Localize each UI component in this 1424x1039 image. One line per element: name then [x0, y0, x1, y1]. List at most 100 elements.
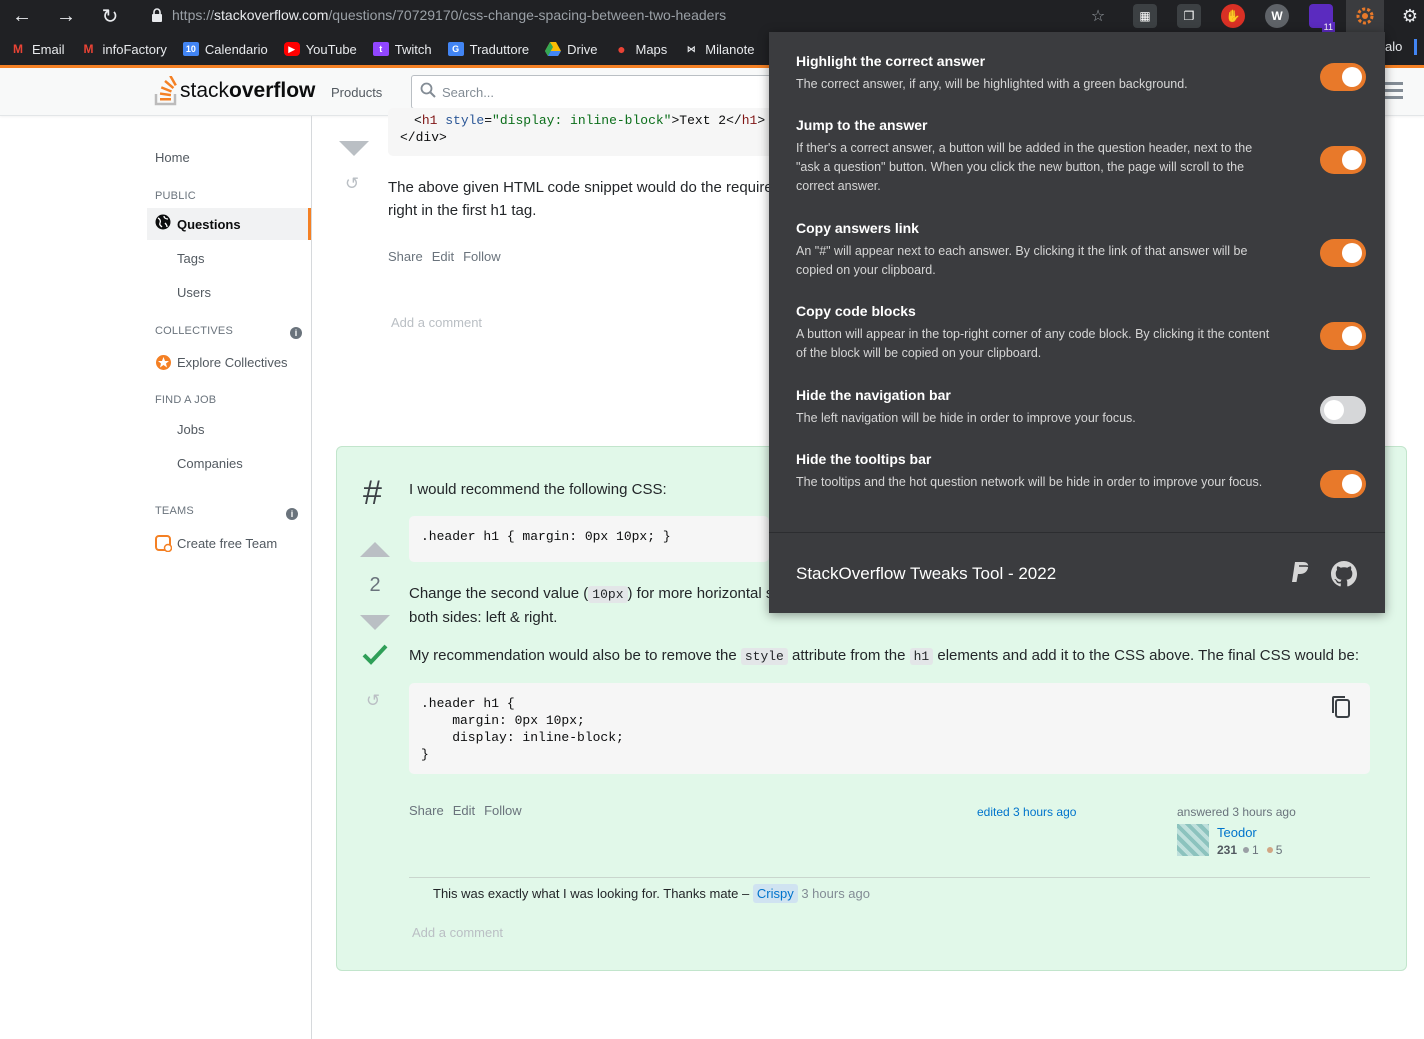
so-logo-icon [154, 76, 177, 106]
user-name-link[interactable]: Teodor [1217, 825, 1257, 840]
info-icon[interactable]: i [286, 508, 298, 520]
collectives-icon [155, 354, 172, 371]
follow-link[interactable]: Follow [463, 249, 501, 264]
code-block: .header h1 { margin: 0px 10px; } [409, 516, 769, 562]
adblock-icon[interactable]: ✋ [1221, 4, 1245, 28]
toggle-highlight-correct-answer[interactable] [1320, 63, 1366, 91]
so-tweaks-popup: Highlight the correct answer The correct… [769, 32, 1385, 613]
sidebar-item-create-team[interactable]: Create free Team [155, 535, 277, 552]
bronze-badge-icon [1266, 847, 1273, 853]
extension-w-icon[interactable]: W [1265, 4, 1289, 28]
sidebar-item-users[interactable]: Users [177, 285, 211, 300]
bookmark-twitch[interactable]: t Twitch [372, 42, 432, 57]
option-description: If ther's a correct answer, a button wil… [796, 141, 1253, 193]
logo-text-bold: overflow [229, 79, 316, 102]
bookmark-calendario[interactable]: 10 Calendario [182, 42, 268, 57]
products-menu[interactable]: Products [331, 85, 382, 100]
option-title: Jump to the answer [796, 117, 928, 133]
back-icon[interactable]: ← [0, 0, 44, 33]
comment-time: 3 hours ago [801, 886, 870, 901]
toggle-hide-tooltips-bar[interactable] [1320, 470, 1366, 498]
comment-user-link[interactable]: Crispy [752, 884, 798, 903]
extension-badge: 11 [1321, 22, 1335, 32]
search-input[interactable]: Search... [411, 75, 811, 109]
sidebar-item-companies[interactable]: Companies [177, 456, 243, 471]
bookmark-youtube[interactable]: ▶ YouTube [283, 42, 357, 57]
code-block: <h1 style="display: inline-block">Text 2… [388, 108, 788, 156]
downvote-icon[interactable] [339, 141, 369, 156]
forward-icon[interactable]: → [44, 0, 88, 33]
toggle-copy-answers-link[interactable] [1320, 239, 1366, 267]
sidebar-item-label: Explore Collectives [177, 355, 288, 370]
reload-icon[interactable]: ↻ [88, 0, 132, 33]
sidebar-heading-public: PUBLIC [155, 190, 196, 202]
post-menu: Share Edit Follow [409, 803, 531, 818]
toggle-hide-navigation-bar[interactable] [1320, 396, 1366, 424]
edit-link[interactable]: Edit [432, 249, 454, 264]
sidebar-heading-teams: TEAMS [155, 505, 194, 517]
upvote-icon[interactable] [360, 542, 390, 557]
extension-icon[interactable]: ▦ [1133, 4, 1157, 28]
divider [409, 877, 1370, 878]
toggle-jump-to-answer[interactable] [1320, 146, 1366, 174]
sidebar-item-tags[interactable]: Tags [177, 251, 204, 266]
sidebar-item-home[interactable]: Home [155, 150, 190, 165]
github-icon[interactable] [1331, 561, 1357, 587]
teams-icon [155, 535, 172, 552]
url-host: stackoverflow.com [214, 7, 329, 23]
share-link[interactable]: Share [409, 803, 444, 818]
history-icon[interactable]: ↺ [366, 691, 380, 711]
answer-text: The above given HTML code snippet would … [388, 179, 773, 219]
divider [769, 532, 1385, 533]
option-copy-code-blocks: Copy code blocks A button will appear in… [796, 303, 1276, 363]
bookmark-drive[interactable]: Drive [545, 42, 597, 57]
sidebar-item-questions[interactable]: Questions [147, 208, 311, 240]
copy-link-hash[interactable]: # [363, 474, 382, 513]
share-link[interactable]: Share [388, 249, 423, 264]
copy-code-icon[interactable] [1330, 695, 1352, 719]
twitch-icon: t [372, 42, 389, 56]
extension-icon[interactable]: ❐ [1177, 4, 1201, 28]
drive-icon [545, 42, 562, 56]
so-tweaks-extension-icon[interactable] [1346, 0, 1384, 32]
option-hide-navigation-bar: Hide the navigation bar The left navigat… [796, 387, 1276, 428]
address-bar[interactable]: https://stackoverflow.com/questions/7072… [142, 0, 1122, 30]
bookmark-overflow-label[interactable]: alo [1385, 39, 1402, 54]
option-description: A button will appear in the top-right co… [796, 327, 1270, 360]
option-jump-to-answer: Jump to the answer If ther's a correct a… [796, 117, 1276, 196]
toggle-copy-code-blocks[interactable] [1320, 322, 1366, 350]
left-sidebar: Home PUBLIC Questions Tags Users COLLECT… [0, 116, 312, 1039]
follow-link[interactable]: Follow [484, 803, 522, 818]
avatar[interactable] [1177, 824, 1209, 856]
edit-link[interactable]: Edit [453, 803, 475, 818]
bookmark-milanote[interactable]: ⋈ Milanote [683, 42, 755, 57]
info-icon[interactable]: i [290, 327, 302, 339]
add-comment-link[interactable]: Add a comment [412, 925, 503, 940]
option-hide-tooltips-bar: Hide the tooltips bar The tooltips and t… [796, 451, 1276, 492]
bookmark-infofactory[interactable]: MinfoFactory [81, 42, 167, 57]
answer-paragraph: My recommendation would also be to remov… [409, 647, 1360, 665]
sidebar-item-jobs[interactable]: Jobs [177, 422, 204, 437]
maps-pin-icon: ● [617, 41, 626, 57]
downvote-icon[interactable] [360, 615, 390, 630]
history-icon[interactable]: ↺ [345, 174, 359, 194]
bookmark-traduttore[interactable]: G Traduttore [447, 42, 529, 57]
calendar-icon: 10 [182, 42, 199, 56]
vote-count: 2 [369, 574, 381, 596]
bookmark-maps[interactable]: ● Maps [613, 41, 667, 57]
milanote-icon: ⋈ [686, 43, 696, 54]
edited-link[interactable]: edited 3 hours ago [977, 805, 1076, 819]
bookmark-star-icon[interactable]: ☆ [1086, 4, 1110, 28]
paypal-icon[interactable] [1290, 561, 1312, 587]
option-title: Hide the tooltips bar [796, 451, 932, 467]
settings-gear-icon[interactable]: ⚙ [1398, 4, 1422, 28]
bookmark-email[interactable]: M Email [10, 42, 65, 57]
extension-badge-icon[interactable]: 11 [1309, 4, 1335, 32]
add-comment-link[interactable]: Add a comment [391, 315, 482, 330]
sidebar-item-explore-collectives[interactable]: Explore Collectives [155, 354, 288, 371]
logo-text-light: stack [180, 79, 230, 102]
sidebar-item-label: Questions [177, 216, 241, 232]
gmail-icon: M [13, 42, 23, 56]
globe-icon [155, 214, 171, 234]
so-logo[interactable]: stack overflow [154, 76, 315, 106]
